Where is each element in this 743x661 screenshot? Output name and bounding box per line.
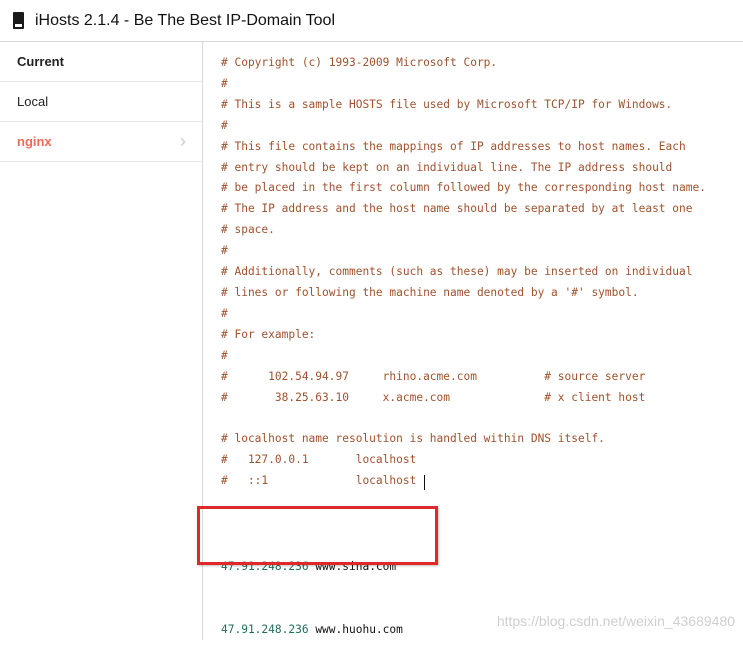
host-ip: 47.91.248.236	[221, 623, 309, 636]
host-entry: 47.91.248.236 www.huohu.com	[221, 619, 403, 640]
highlight-box	[197, 506, 438, 565]
host-domain: www.huohu.com	[315, 623, 403, 636]
sidebar-item-label: nginx	[17, 134, 52, 149]
hosts-comment-text: # Copyright (c) 1993-2009 Microsoft Corp…	[221, 56, 706, 488]
window-title: iHosts 2.1.4 - Be The Best IP-Domain Too…	[35, 11, 335, 29]
sidebar-item-current[interactable]: Current	[0, 42, 202, 82]
sidebar: Current Local nginx ›	[0, 42, 203, 640]
sidebar-item-label: Current	[17, 54, 64, 69]
sidebar-item-nginx[interactable]: nginx ›	[0, 122, 202, 162]
sidebar-item-label: Local	[17, 94, 49, 109]
watermark: https://blog.csdn.net/weixin_43689480	[496, 613, 735, 629]
title-bar: iHosts 2.1.4 - Be The Best IP-Domain Too…	[0, 0, 743, 42]
sidebar-item-local[interactable]: Local	[0, 82, 202, 122]
chevron-right-icon: ›	[180, 131, 186, 151]
app-icon	[13, 12, 24, 29]
text-cursor	[424, 475, 425, 490]
